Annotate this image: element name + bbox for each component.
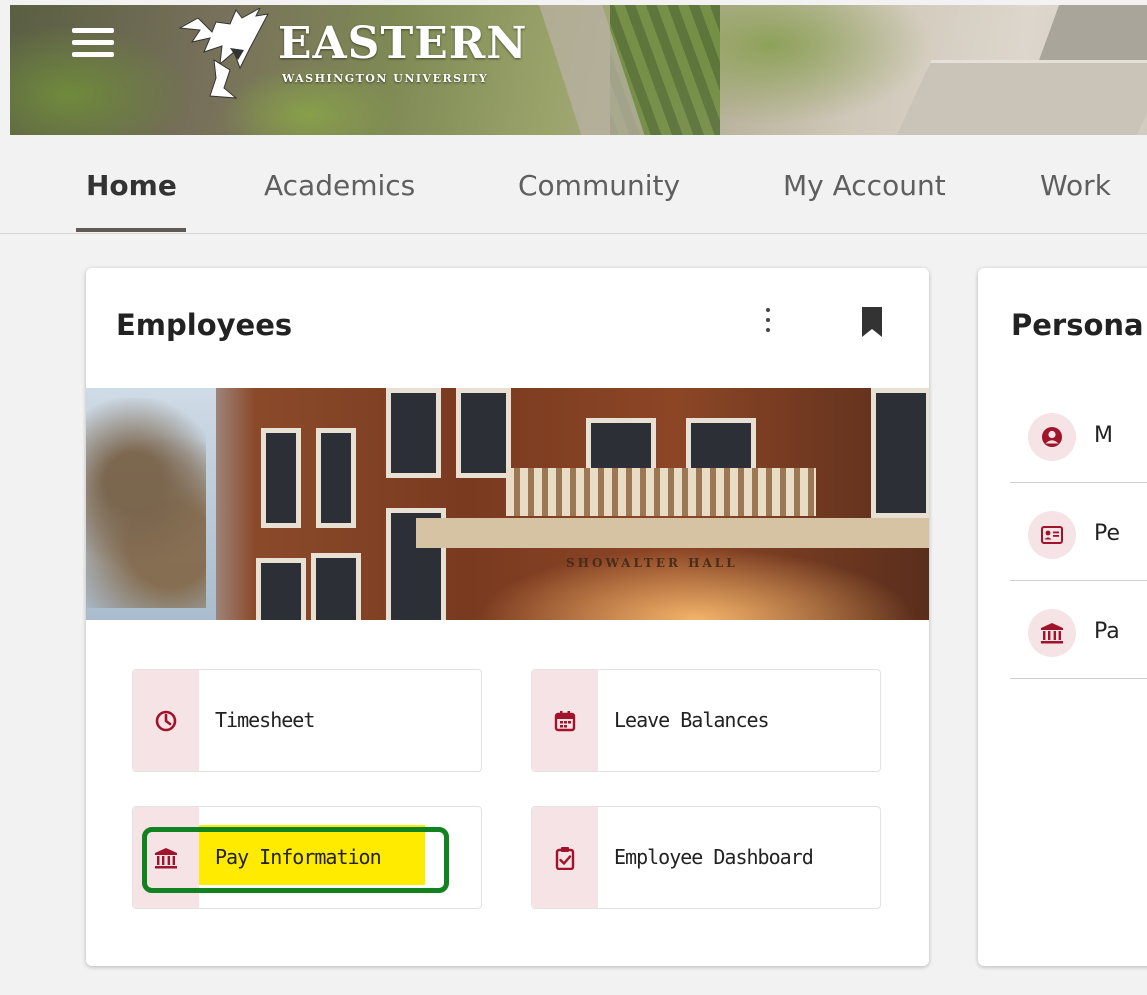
tab-work[interactable]: Work — [1040, 169, 1111, 202]
id-card-icon — [1041, 526, 1063, 544]
tab-community[interactable]: Community — [518, 169, 680, 202]
link-label: Leave Balances — [614, 708, 770, 732]
timesheet-link[interactable]: Timesheet — [132, 669, 482, 772]
banner-roof — [1037, 5, 1147, 65]
item-icon-circle — [1028, 511, 1076, 559]
eagle-logo-icon — [178, 8, 269, 99]
more-options-icon[interactable] — [761, 308, 775, 338]
personal-item[interactable]: Pe — [1010, 482, 1147, 581]
building-sign: SHOWALTER HALL — [566, 556, 738, 570]
link-label: Pay Information — [215, 845, 382, 869]
hamburger-menu-icon[interactable] — [72, 28, 114, 62]
item-label: Pa — [1094, 619, 1120, 644]
logo-subtitle: WASHINGTON UNIVERSITY — [282, 72, 489, 85]
personal-item[interactable]: M — [1010, 384, 1147, 483]
pay-information-link[interactable]: Pay Information — [132, 806, 482, 909]
link-icon-box — [133, 807, 199, 908]
user-circle-icon — [1042, 427, 1062, 447]
active-tab-indicator — [76, 228, 186, 232]
tab-academics[interactable]: Academics — [264, 169, 415, 202]
employees-card: Employees SHOWALTER HALL Timesheet Leave… — [86, 268, 929, 966]
item-icon-circle — [1028, 609, 1076, 657]
bank-icon — [155, 847, 177, 868]
clipboard-check-icon — [555, 846, 575, 870]
card-title: Employees — [116, 308, 293, 342]
link-label: Employee Dashboard — [614, 845, 814, 869]
tab-home[interactable]: Home — [86, 169, 177, 202]
personal-item[interactable]: Pa — [1010, 580, 1147, 679]
item-icon-circle — [1028, 413, 1076, 461]
item-label: M — [1094, 423, 1113, 448]
banner-roof — [888, 60, 1147, 135]
leave-balances-link[interactable]: Leave Balances — [531, 669, 881, 772]
card-title: Persona — [1011, 308, 1144, 342]
main-tabs: Home Academics Community My Account Work — [0, 135, 1147, 234]
link-icon-box — [532, 670, 598, 771]
link-icon-box — [133, 670, 199, 771]
logo-wordmark: EASTERN — [278, 18, 528, 69]
personal-card: Persona M Pe Pa — [978, 268, 1147, 966]
link-icon-box — [532, 807, 598, 908]
bookmark-icon[interactable] — [861, 306, 883, 338]
clock-icon — [155, 710, 177, 731]
employee-dashboard-link[interactable]: Employee Dashboard — [531, 806, 881, 909]
item-label: Pe — [1094, 521, 1121, 546]
tab-my-account[interactable]: My Account — [783, 169, 946, 202]
card-banner-image: SHOWALTER HALL — [86, 388, 929, 620]
calendar-icon — [554, 710, 576, 731]
university-logo[interactable]: EASTERN WASHINGTON UNIVERSITY — [170, 8, 560, 99]
bank-icon — [1041, 623, 1063, 644]
link-label: Timesheet — [215, 708, 315, 732]
